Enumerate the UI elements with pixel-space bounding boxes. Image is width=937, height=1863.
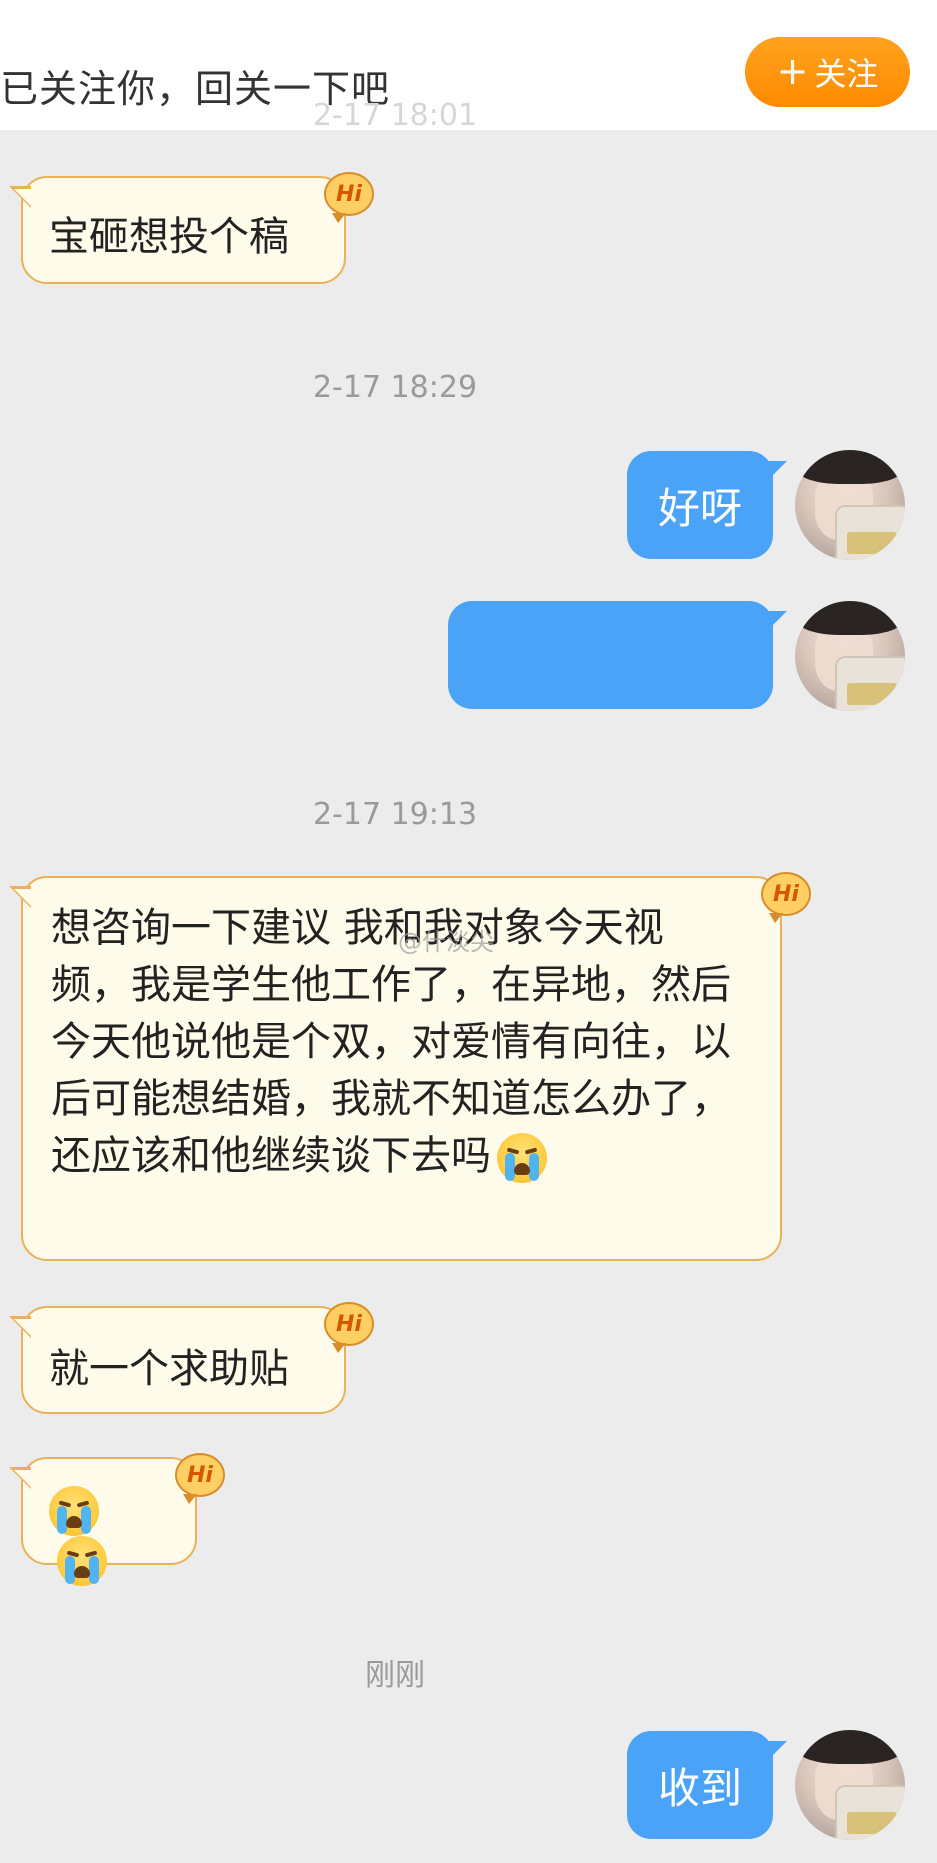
crying-face-icon [49,1486,99,1536]
follow-button[interactable]: + 关注 [745,37,910,107]
received-message-bubble[interactable]: 宝砸想投个稿 Hi [9,172,374,284]
message-text: 收到 [657,1763,742,1813]
plus-icon: + [776,49,809,93]
avatar[interactable] [795,601,905,711]
chat-screen: 已关注你，回关一下吧 + 关注 2-17 18:01 宝砸想投个稿 Hi 2-1… [0,0,937,1863]
bubble-tail [767,1741,787,1761]
hi-badge-icon: Hi [324,172,374,223]
crying-face-icon [57,1536,107,1586]
watermark: @什淡尖 [398,928,494,956]
hi-badge-icon: Hi [175,1453,225,1504]
message-text: 好呀 [657,483,742,533]
timestamp-hidden: 2-17 18:01 [312,98,478,133]
sent-message-bubble[interactable]: 好呀 [627,451,787,559]
bubble-tail [767,461,787,481]
message-text: 宝砸想投个稿 [49,214,289,260]
sent-message-bubble[interactable]: 收到 [627,1731,787,1839]
avatar[interactable] [795,1730,905,1840]
timestamp: 刚刚 [365,1658,425,1693]
timestamp: 2-17 19:13 [312,797,478,832]
message-text: 就一个求助贴 [49,1346,289,1392]
avatar[interactable] [795,450,905,560]
hi-badge-icon: Hi [324,1302,374,1353]
crying-face-icon [497,1133,547,1183]
hi-badge-icon: Hi [761,872,811,923]
received-message-bubble[interactable]: 就一个求助贴 Hi [9,1302,374,1414]
received-message-bubble[interactable]: Hi [9,1453,225,1586]
sent-message-bubble[interactable] [448,601,787,709]
message-text: 想咨询一下建议 我和我对象今天视频，我是学生他工作了，在异地，然后今天他说他是个… [51,900,740,1185]
bubble-tail [767,611,787,631]
follow-button-label: 关注 [814,55,879,93]
timestamp: 2-17 18:29 [312,370,478,405]
